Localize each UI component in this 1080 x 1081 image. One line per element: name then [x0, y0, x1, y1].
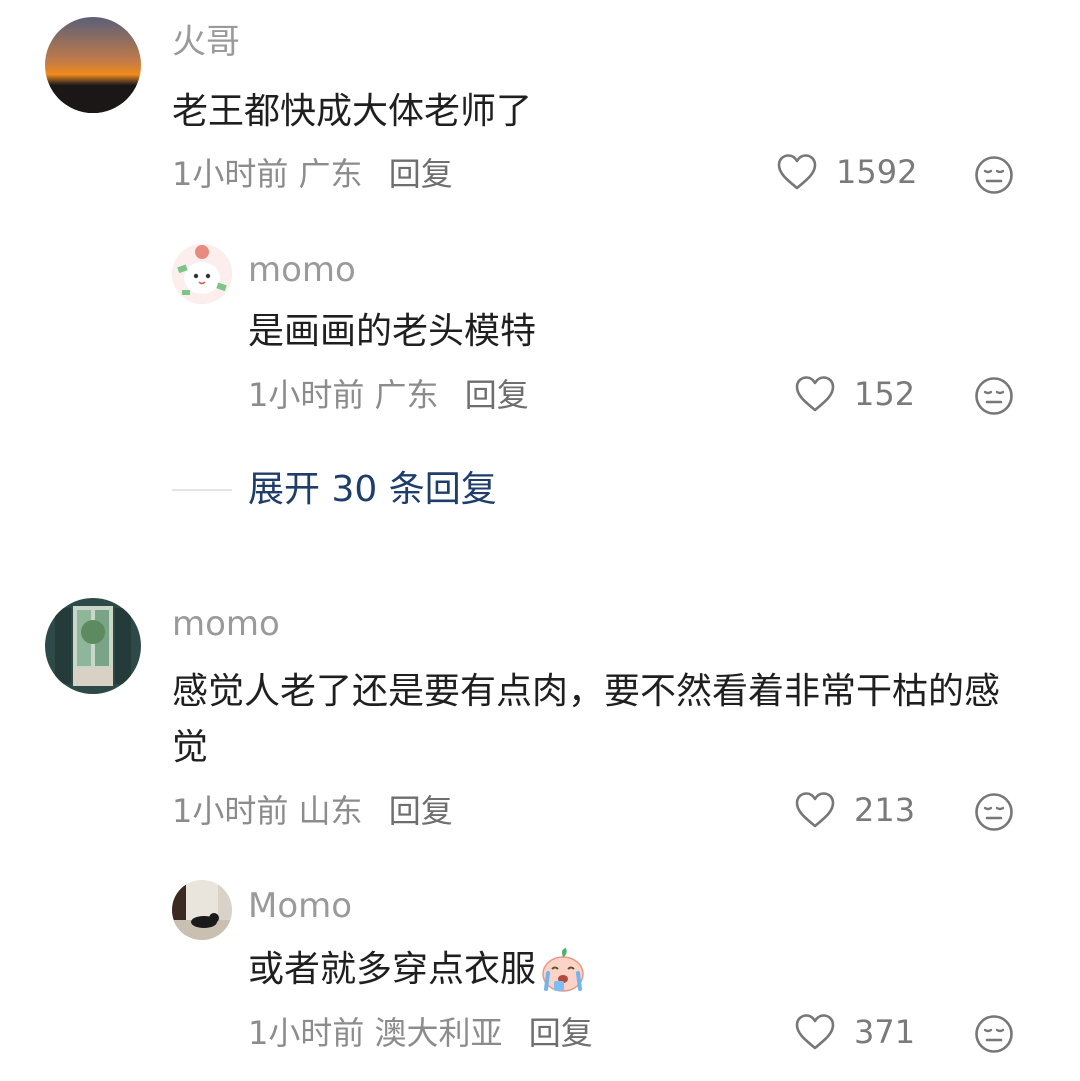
cat-photo-avatar-icon [172, 880, 232, 940]
like-count: 1592 [836, 153, 918, 191]
divider [172, 489, 232, 491]
like-button[interactable]: 213 [794, 791, 915, 829]
reply-button[interactable]: 回复 [389, 792, 453, 830]
heart-outline-icon [777, 154, 817, 190]
reply-username[interactable]: Momo [248, 886, 352, 926]
comment-location: 广东 [298, 155, 363, 193]
comment-text: 老王都快成大体老师了 [172, 91, 533, 132]
reply-time: 1小时前 [248, 376, 365, 414]
cartoon-avatar-icon [172, 244, 232, 304]
comment-username[interactable]: 火哥 [172, 22, 240, 62]
meh-face-icon[interactable] [974, 792, 1014, 832]
reply-meta: 1小时前 广东 回复 [248, 375, 529, 415]
like-button[interactable]: 371 [794, 1013, 915, 1051]
like-button[interactable]: 1592 [776, 153, 917, 191]
avatar[interactable] [45, 598, 141, 694]
comment-meta: 1小时前 山东 回复 [172, 791, 453, 831]
heart-outline-icon [795, 1014, 835, 1050]
like-count: 152 [854, 375, 916, 413]
comment-location: 山东 [298, 792, 363, 830]
meh-face-icon[interactable] [974, 376, 1014, 416]
comment-time: 1小时前 [172, 155, 289, 193]
avatar[interactable] [172, 880, 232, 940]
comment-text: 感觉人老了还是要有点肉，要不然看着非常干枯的感觉 [172, 671, 1001, 768]
like-button[interactable]: 152 [794, 375, 915, 413]
comment-meta: 1小时前 广东 回复 [172, 154, 453, 194]
heart-outline-icon [795, 376, 835, 412]
crying-emoji-icon [542, 948, 584, 992]
reply-button[interactable]: 回复 [529, 1014, 593, 1052]
reply-text: 或者就多穿点衣服 [248, 942, 1008, 998]
expand-replies[interactable]: 展开 30 条回复 [172, 468, 497, 512]
reply-username[interactable]: momo [248, 250, 356, 290]
like-count: 213 [854, 791, 916, 829]
comment-time: 1小时前 [172, 792, 289, 830]
reply-button[interactable]: 回复 [465, 376, 529, 414]
meh-face-icon[interactable] [974, 155, 1014, 195]
like-count: 371 [854, 1013, 916, 1051]
avatar[interactable] [172, 244, 232, 304]
reply-meta: 1小时前 澳大利亚 回复 [248, 1013, 593, 1053]
heart-outline-icon [795, 792, 835, 828]
window-avatar-icon [45, 598, 141, 694]
expand-replies-label[interactable]: 展开 30 条回复 [248, 468, 497, 512]
reply-location: 广东 [374, 376, 439, 414]
reply-button[interactable]: 回复 [389, 155, 453, 193]
reply-text: 是画画的老头模特 [248, 311, 537, 352]
reply-text-content: 或者就多穿点衣服 [248, 949, 537, 990]
avatar[interactable] [45, 17, 141, 113]
sunset-avatar-icon [45, 17, 141, 113]
reply-location: 澳大利亚 [374, 1014, 503, 1052]
reply-time: 1小时前 [248, 1014, 365, 1052]
comment-username[interactable]: momo [172, 604, 280, 644]
meh-face-icon[interactable] [974, 1014, 1014, 1054]
